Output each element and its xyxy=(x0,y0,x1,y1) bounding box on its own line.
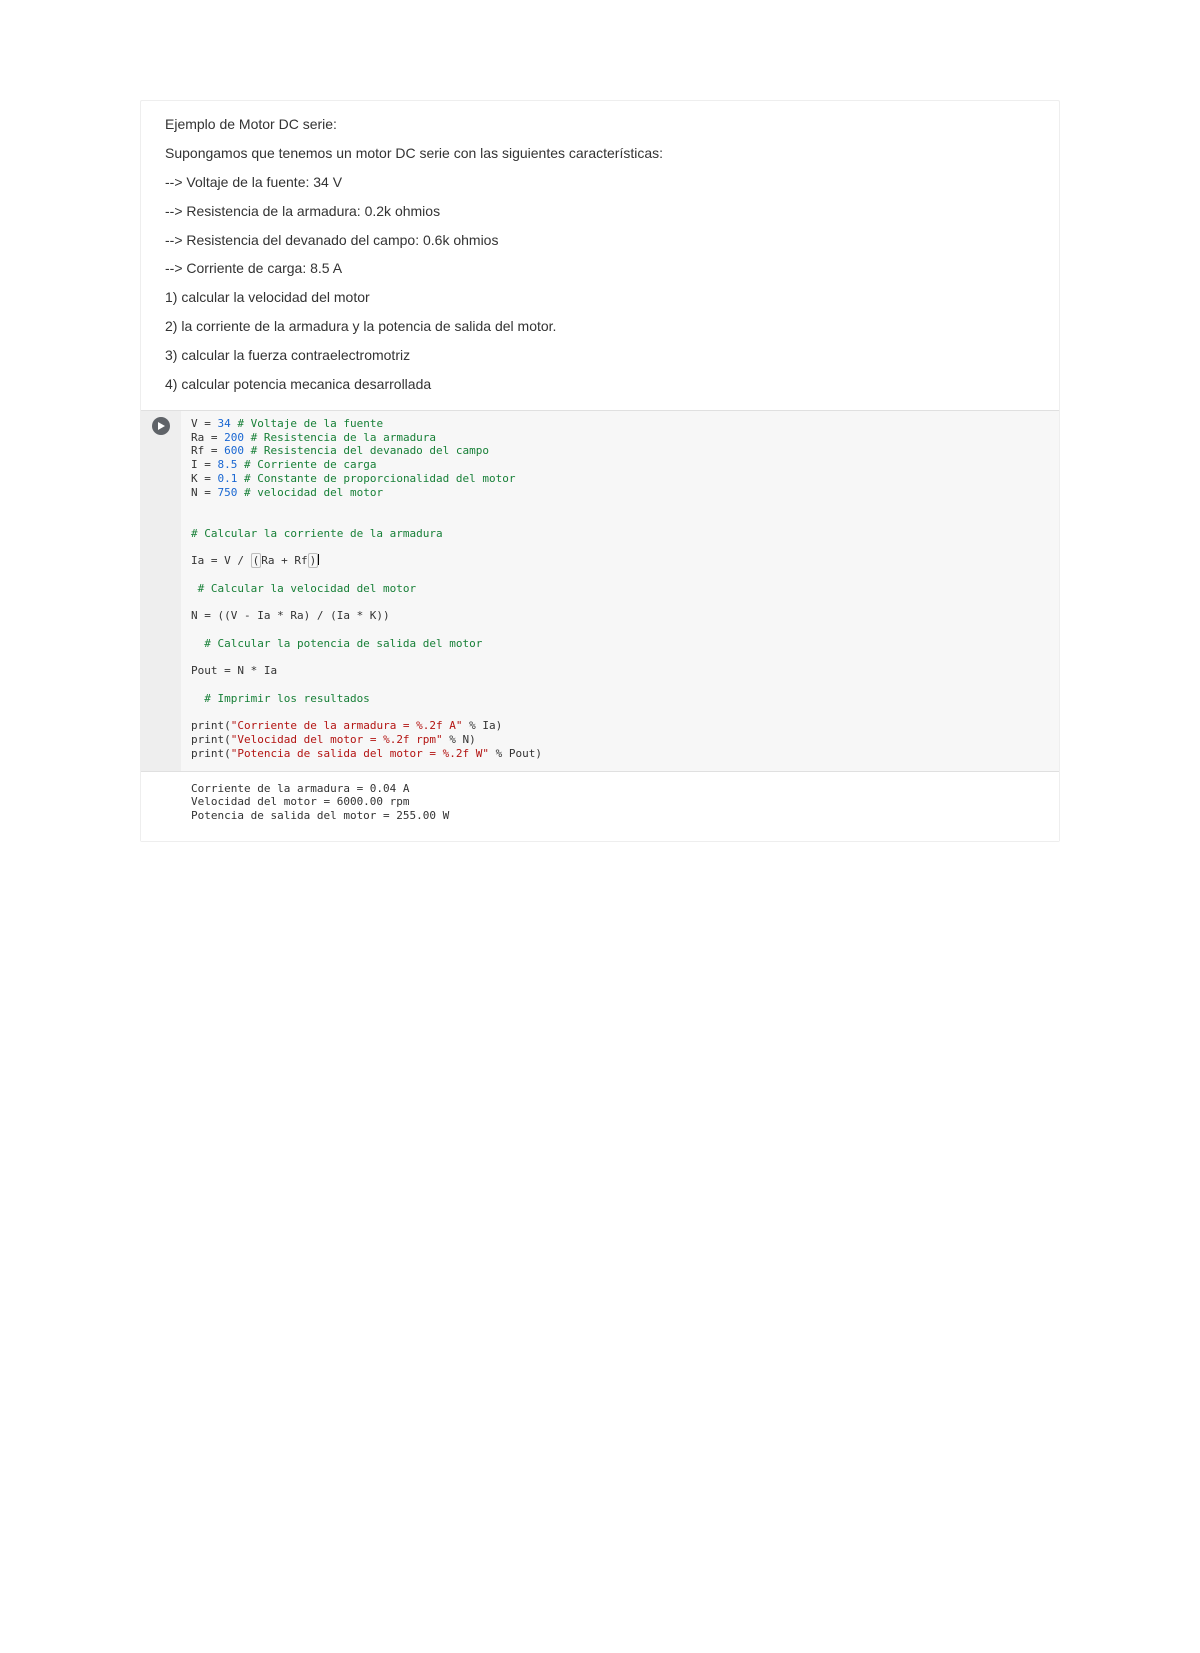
code-cell-gutter xyxy=(141,411,181,771)
code-text: I = xyxy=(191,458,218,471)
markdown-line: 2) la corriente de la armadura y la pote… xyxy=(165,317,1035,336)
markdown-line: 3) calcular la fuerza contraelectromotri… xyxy=(165,346,1035,365)
code-comment: # Imprimir los resultados xyxy=(191,692,370,705)
code-text: Ra = xyxy=(191,431,224,444)
code-number: 600 xyxy=(224,444,244,457)
code-comment: # Resistencia del devanado del campo xyxy=(244,444,489,457)
play-icon xyxy=(157,422,165,430)
code-text: N = ((V - Ia * Ra) / (Ia * K)) xyxy=(191,609,390,622)
code-comment: # Voltaje de la fuente xyxy=(231,417,383,430)
markdown-line: --> Resistencia del devanado del campo: … xyxy=(165,231,1035,250)
notebook: Ejemplo de Motor DC serie: Supongamos qu… xyxy=(140,100,1060,842)
bracket-match-close: ) xyxy=(308,553,319,568)
code-editor[interactable]: V = 34 # Voltaje de la fuente Ra = 200 #… xyxy=(181,411,1059,771)
code-number: 200 xyxy=(224,431,244,444)
code-comment: # Calcular la velocidad del motor xyxy=(191,582,416,595)
code-number: 8.5 xyxy=(218,458,238,471)
code-text: Rf = xyxy=(191,444,224,457)
page: Ejemplo de Motor DC serie: Supongamos qu… xyxy=(0,100,1200,1653)
code-text: % N) xyxy=(443,733,476,746)
output-text: Corriente de la armadura = 0.04 A Veloci… xyxy=(181,772,1059,841)
output-line: Velocidad del motor = 6000.00 rpm xyxy=(191,795,410,808)
code-comment: # Calcular la potencia de salida del mot… xyxy=(191,637,482,650)
code-text: Ra + Rf xyxy=(261,554,307,567)
markdown-cell[interactable]: Ejemplo de Motor DC serie: Supongamos qu… xyxy=(141,101,1059,411)
code-number: 34 xyxy=(218,417,231,430)
code-string: "Velocidad del motor = %.2f rpm" xyxy=(231,733,443,746)
code-text: Ia = V / xyxy=(191,554,251,567)
text-cursor xyxy=(318,554,319,565)
code-text: K = xyxy=(191,472,218,485)
markdown-line: 1) calcular la velocidad del motor xyxy=(165,288,1035,307)
run-cell-button[interactable] xyxy=(152,417,170,435)
markdown-line: --> Corriente de carga: 8.5 A xyxy=(165,259,1035,278)
code-text: print( xyxy=(191,733,231,746)
code-comment: # Calcular la corriente de la armadura xyxy=(191,527,443,540)
code-text: V = xyxy=(191,417,218,430)
code-number: 750 xyxy=(218,486,238,499)
code-number: 0.1 xyxy=(218,472,238,485)
code-text: N = xyxy=(191,486,218,499)
markdown-line: --> Resistencia de la armadura: 0.2k ohm… xyxy=(165,202,1035,221)
output-line: Corriente de la armadura = 0.04 A xyxy=(191,782,410,795)
output-gutter xyxy=(141,772,181,841)
code-cell: V = 34 # Voltaje de la fuente Ra = 200 #… xyxy=(141,411,1059,772)
markdown-line: Ejemplo de Motor DC serie: xyxy=(165,115,1035,134)
code-text: print( xyxy=(191,747,231,760)
code-string: "Potencia de salida del motor = %.2f W" xyxy=(231,747,489,760)
code-text: Pout = N * Ia xyxy=(191,664,277,677)
code-comment: # Corriente de carga xyxy=(237,458,376,471)
markdown-line: --> Voltaje de la fuente: 34 V xyxy=(165,173,1035,192)
markdown-line: Supongamos que tenemos un motor DC serie… xyxy=(165,144,1035,163)
bracket-match-open: ( xyxy=(251,553,262,568)
output-cell: Corriente de la armadura = 0.04 A Veloci… xyxy=(141,772,1059,841)
output-line: Potencia de salida del motor = 255.00 W xyxy=(191,809,449,822)
markdown-line: 4) calcular potencia mecanica desarrolla… xyxy=(165,375,1035,394)
code-text: % Pout) xyxy=(489,747,542,760)
code-text: print( xyxy=(191,719,231,732)
code-text: % Ia) xyxy=(463,719,503,732)
code-comment: # velocidad del motor xyxy=(237,486,383,499)
code-comment: # Constante de proporcionalidad del moto… xyxy=(237,472,515,485)
code-comment: # Resistencia de la armadura xyxy=(244,431,436,444)
code-string: "Corriente de la armadura = %.2f A" xyxy=(231,719,463,732)
